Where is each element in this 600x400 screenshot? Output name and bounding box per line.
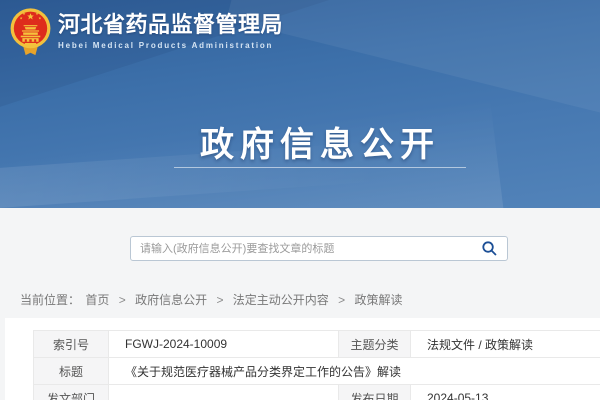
header-banner: 河北省药品监督管理局 Hebei Medical Products Admini… <box>0 0 600 208</box>
site-name: 河北省药品监督管理局 <box>58 14 283 36</box>
search-icon <box>481 240 498 257</box>
site-brand[interactable]: 河北省药品监督管理局 Hebei Medical Products Admini… <box>10 8 283 56</box>
page: 河北省药品监督管理局 Hebei Medical Products Admini… <box>0 0 600 400</box>
issuing-department-label: 发文部门 <box>34 385 109 400</box>
national-emblem-icon <box>10 8 51 56</box>
search-box <box>130 236 508 261</box>
breadcrumb-item-policy-interpretation[interactable]: 政策解读 <box>355 293 403 307</box>
publish-date-label: 发布日期 <box>339 385 411 400</box>
breadcrumb-separator: > <box>216 293 223 307</box>
page-title: 政府信息公开 <box>0 117 600 166</box>
breadcrumb-separator: > <box>119 293 126 307</box>
search-button[interactable] <box>475 238 503 259</box>
topic-category-label: 主题分类 <box>339 331 411 358</box>
breadcrumb: 当前位置： 首页 > 政府信息公开 > 法定主动公开内容 > 政策解读 <box>20 291 403 308</box>
breadcrumb-prefix: 当前位置： <box>20 293 80 307</box>
table-row: 索引号 FGWJ-2024-10009 主题分类 法规文件 / 政策解读 <box>34 331 600 358</box>
topic-category-value: 法规文件 / 政策解读 <box>411 331 600 358</box>
breadcrumb-item-home[interactable]: 首页 <box>85 293 109 307</box>
index-number-label: 索引号 <box>34 331 109 358</box>
brand-text: 河北省药品监督管理局 Hebei Medical Products Admini… <box>58 8 283 50</box>
table-row: 标题 《关于规范医疗器械产品分类界定工作的公告》解读 <box>34 358 600 385</box>
document-info-table: 索引号 FGWJ-2024-10009 主题分类 法规文件 / 政策解读 标题 … <box>33 330 600 400</box>
title-value: 《关于规范医疗器械产品分类界定工作的公告》解读 <box>109 358 600 385</box>
publish-date-value: 2024-05-13 <box>411 385 600 400</box>
breadcrumb-separator: > <box>338 293 345 307</box>
search-input[interactable] <box>131 237 478 260</box>
breadcrumb-item-gov-info[interactable]: 政府信息公开 <box>135 293 207 307</box>
title-label: 标题 <box>34 358 109 385</box>
site-name-en: Hebei Medical Products Administration <box>58 41 283 50</box>
issuing-department-value <box>109 385 339 400</box>
content-area: 当前位置： 首页 > 政府信息公开 > 法定主动公开内容 > 政策解读 索引号 … <box>0 208 600 400</box>
breadcrumb-item-disclosure-content[interactable]: 法定主动公开内容 <box>233 293 329 307</box>
banner-divider <box>174 167 466 168</box>
index-number-value: FGWJ-2024-10009 <box>109 331 339 358</box>
table-row: 发文部门 发布日期 2024-05-13 <box>34 385 600 400</box>
content-panel: 索引号 FGWJ-2024-10009 主题分类 法规文件 / 政策解读 标题 … <box>5 318 600 400</box>
